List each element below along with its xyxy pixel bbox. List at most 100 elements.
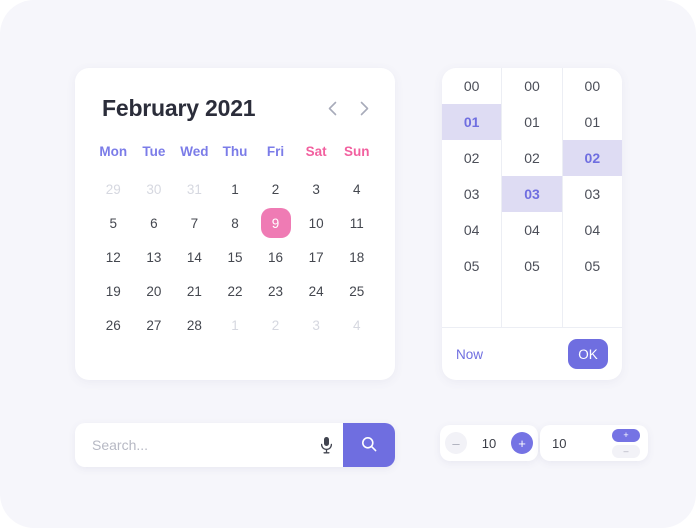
calendar-day-grid: 29 30 31 1 2 3 4 5 6 7 8 9 10 11 12 13 14 15 16 17 18 19 20 21 2… bbox=[93, 172, 377, 342]
stepper-horizontal-value: 10 bbox=[481, 435, 497, 451]
stepper-horizontal-increment[interactable]: + bbox=[511, 432, 533, 454]
time-picker-footer: Now OK bbox=[442, 328, 622, 380]
prev-month-icon[interactable] bbox=[321, 95, 343, 121]
time-column-minutes[interactable]: 00 01 02 03 04 05 bbox=[501, 68, 562, 327]
calendar-day[interactable]: 4 bbox=[336, 172, 377, 206]
time-option-seconds[interactable]: 00 bbox=[563, 68, 622, 104]
time-column-seconds[interactable]: 00 01 02 03 04 05 bbox=[561, 68, 622, 327]
calendar-day[interactable]: 20 bbox=[134, 274, 175, 308]
calendar-header: February 2021 bbox=[75, 90, 395, 126]
calendar-day[interactable]: 1 bbox=[215, 308, 256, 342]
microphone-icon[interactable] bbox=[309, 423, 343, 467]
weekday-label-sat: Sat bbox=[305, 144, 327, 159]
calendar-day-label: 29 bbox=[105, 181, 121, 197]
calendar-day[interactable]: 18 bbox=[336, 240, 377, 274]
calendar-day-label: 15 bbox=[227, 249, 243, 265]
calendar-day[interactable]: 4 bbox=[336, 308, 377, 342]
time-option-minutes[interactable]: 02 bbox=[502, 140, 561, 176]
time-option-seconds[interactable]: 04 bbox=[563, 212, 622, 248]
weekday-label-wed: Wed bbox=[180, 144, 209, 159]
calendar-day[interactable]: 2 bbox=[255, 308, 296, 342]
weekday-label-mon: Mon bbox=[99, 144, 128, 159]
calendar-day-label: 10 bbox=[308, 215, 324, 231]
time-option-hours[interactable]: 00 bbox=[442, 68, 501, 104]
calendar-day[interactable]: 10 bbox=[296, 206, 337, 240]
calendar-day[interactable]: 30 bbox=[134, 172, 175, 206]
search-input[interactable] bbox=[75, 437, 309, 453]
calendar-day[interactable]: 17 bbox=[296, 240, 337, 274]
time-option-minutes[interactable]: 04 bbox=[502, 212, 561, 248]
calendar-day-label: 27 bbox=[146, 317, 162, 333]
calendar-day-label: 16 bbox=[268, 249, 284, 265]
magnifier-icon bbox=[361, 436, 377, 455]
search-button[interactable] bbox=[343, 423, 395, 467]
calendar-day[interactable]: 22 bbox=[215, 274, 256, 308]
time-option-hours-selected[interactable]: 01 bbox=[442, 104, 502, 140]
calendar-day[interactable]: 6 bbox=[134, 206, 175, 240]
calendar-day[interactable]: 25 bbox=[336, 274, 377, 308]
calendar-day-selected[interactable]: 9 bbox=[255, 206, 296, 240]
calendar-day[interactable]: 1 bbox=[215, 172, 256, 206]
calendar-day[interactable]: 3 bbox=[296, 172, 337, 206]
time-option-minutes[interactable]: 00 bbox=[502, 68, 561, 104]
calendar-day[interactable]: 27 bbox=[134, 308, 175, 342]
calendar-day[interactable]: 21 bbox=[174, 274, 215, 308]
time-option-seconds-selected[interactable]: 02 bbox=[562, 140, 622, 176]
calendar-day[interactable]: 16 bbox=[255, 240, 296, 274]
calendar-day-label: 18 bbox=[349, 249, 365, 265]
stepper-horizontal-decrement[interactable]: – bbox=[445, 432, 467, 454]
calendar-day-label: 12 bbox=[105, 249, 121, 265]
calendar-day[interactable]: 24 bbox=[296, 274, 337, 308]
time-option-minutes[interactable]: 01 bbox=[502, 104, 561, 140]
time-option-minutes-selected[interactable]: 03 bbox=[502, 176, 562, 212]
calendar-day-label: 17 bbox=[308, 249, 324, 265]
calendar-day-label: 21 bbox=[186, 283, 202, 299]
calendar-nav bbox=[321, 95, 375, 121]
calendar-day[interactable]: 23 bbox=[255, 274, 296, 308]
stepper-vertical-controls: + – bbox=[612, 428, 640, 458]
stepper-vertical-decrement[interactable]: – bbox=[612, 444, 640, 458]
calendar-day[interactable]: 7 bbox=[174, 206, 215, 240]
calendar-day-label: 30 bbox=[146, 181, 162, 197]
calendar-day[interactable]: 2 bbox=[255, 172, 296, 206]
weekday-header-row: Mon Tue Wed Thu Fri Sat Sun bbox=[93, 144, 377, 159]
calendar-day[interactable]: 14 bbox=[174, 240, 215, 274]
time-option-seconds[interactable]: 01 bbox=[563, 104, 622, 140]
calendar-day[interactable]: 29 bbox=[93, 172, 134, 206]
next-month-icon[interactable] bbox=[353, 95, 375, 121]
calendar-day[interactable]: 26 bbox=[93, 308, 134, 342]
time-option-seconds[interactable]: 05 bbox=[563, 248, 622, 284]
calendar-day[interactable]: 3 bbox=[296, 308, 337, 342]
search-bar bbox=[75, 423, 395, 467]
time-option-seconds[interactable]: 03 bbox=[563, 176, 622, 212]
calendar-day-label: 22 bbox=[227, 283, 243, 299]
calendar-day[interactable]: 12 bbox=[93, 240, 134, 274]
stepper-vertical-value: 10 bbox=[552, 435, 567, 451]
calendar-title: February 2021 bbox=[102, 94, 256, 121]
time-option-hours[interactable]: 03 bbox=[442, 176, 501, 212]
time-option-hours[interactable]: 05 bbox=[442, 248, 501, 284]
ok-button[interactable]: OK bbox=[568, 339, 608, 369]
calendar-day[interactable]: 15 bbox=[215, 240, 256, 274]
time-option-minutes[interactable]: 05 bbox=[502, 248, 561, 284]
time-option-hours[interactable]: 02 bbox=[442, 140, 501, 176]
calendar-day[interactable]: 28 bbox=[174, 308, 215, 342]
stepper-horizontal: – 10 + bbox=[440, 425, 538, 461]
calendar-day-label: 28 bbox=[186, 317, 202, 333]
time-column-hours[interactable]: 00 01 02 03 04 05 bbox=[442, 68, 502, 327]
calendar-day-label: 14 bbox=[186, 249, 202, 265]
calendar-day[interactable]: 31 bbox=[174, 172, 215, 206]
weekday-label-fri: Fri bbox=[266, 144, 285, 159]
calendar-day[interactable]: 8 bbox=[215, 206, 256, 240]
calendar-day-label: 13 bbox=[146, 249, 162, 265]
calendar-day[interactable]: 13 bbox=[134, 240, 175, 274]
calendar-day[interactable]: 11 bbox=[336, 206, 377, 240]
now-button[interactable]: Now bbox=[456, 347, 483, 362]
calendar-day[interactable]: 5 bbox=[93, 206, 134, 240]
time-option-hours[interactable]: 04 bbox=[442, 212, 501, 248]
stepper-vertical: 10 + – bbox=[540, 425, 648, 461]
calendar-day[interactable]: 19 bbox=[93, 274, 134, 308]
time-picker-card: 00 01 02 03 04 05 00 01 02 03 04 05 00 01 02 03 04 05 Now… bbox=[442, 68, 622, 380]
stepper-vertical-increment[interactable]: + bbox=[612, 428, 640, 442]
time-picker-columns: 00 01 02 03 04 05 00 01 02 03 04 05 00 01 02 03 04 05 bbox=[442, 68, 622, 328]
